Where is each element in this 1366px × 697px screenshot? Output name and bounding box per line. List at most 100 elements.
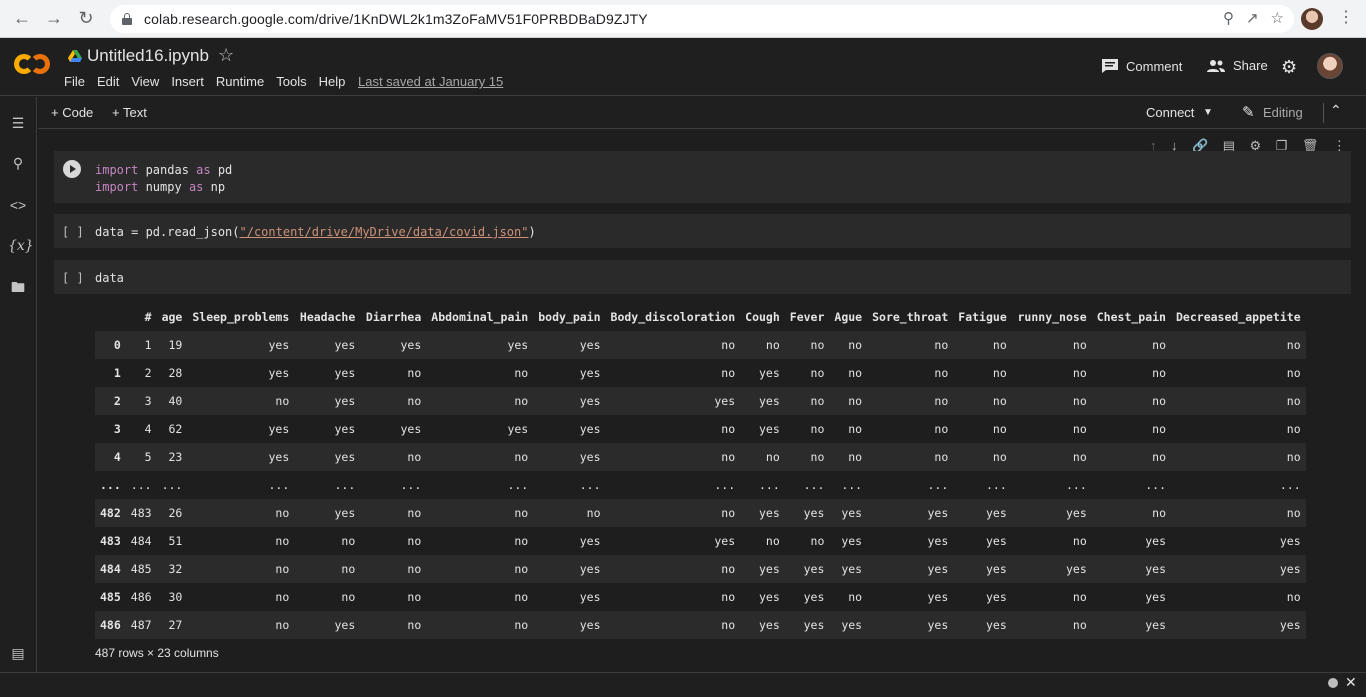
table-cell: no (721, 366, 736, 380)
table-cell: yes (985, 618, 1007, 632)
table-row: 484 485 32 no no no no yes no yes yes yes yes yes yes y… (95, 555, 1306, 583)
table-cell: yes (579, 562, 601, 576)
column-header (95, 303, 126, 331)
table-cell: yes (1145, 562, 1166, 576)
address-bar[interactable]: colab.research.google.com/drive/1KnDWL2k… (110, 5, 1294, 33)
table-of-contents-icon[interactable]: ☰ (8, 113, 28, 133)
table-cell: no (1286, 450, 1301, 464)
table-cell: no (1152, 506, 1166, 520)
table-cell: yes (803, 590, 825, 604)
connect-dropdown-icon[interactable]: ▼ (1203, 107, 1213, 118)
table-cell: ... (927, 478, 949, 492)
table-cell: no (934, 366, 949, 380)
code-cell-read-json[interactable]: [ ] data = pd.read_json("/content/drive/… (54, 214, 1351, 248)
add-code-button[interactable]: + Code (51, 105, 93, 120)
table-cell: yes (759, 506, 780, 520)
table-cell: no (514, 562, 529, 576)
table-cell: 30 (168, 590, 183, 604)
table-cell: no (765, 450, 780, 464)
table-cell: 484 (130, 534, 152, 548)
table-cell: no (514, 394, 529, 408)
table-cell: 32 (168, 562, 183, 576)
star-icon[interactable]: ☆ (218, 45, 234, 66)
run-cell-button[interactable] (63, 160, 81, 178)
menu-help[interactable]: Help (319, 74, 346, 89)
table-cell: yes (759, 562, 780, 576)
menu-edit[interactable]: Edit (97, 74, 119, 89)
table-cell: yes (579, 618, 601, 632)
settings-gear-icon[interactable]: ⚙ (1281, 57, 1297, 78)
back-icon[interactable]: ← (6, 0, 38, 38)
menu-runtime[interactable]: Runtime (216, 74, 264, 89)
column-header: runny_nose (1017, 310, 1087, 324)
variables-icon[interactable]: {x} (8, 236, 34, 256)
share-button[interactable]: Share (1206, 58, 1268, 73)
column-header: Fever (789, 310, 825, 324)
table-cell: ... (985, 478, 1007, 492)
search-icon[interactable]: ⚲ (8, 153, 28, 173)
table-cell: yes (334, 506, 356, 520)
bookmark-star-icon[interactable]: ☆ (1271, 9, 1284, 27)
table-cell: yes (714, 394, 736, 408)
table-cell: yes (334, 338, 356, 352)
table-row: 483 484 51 no no no no yes yes no no yes yes yes no yes… (95, 527, 1306, 555)
terminal-icon[interactable]: ▤ (8, 643, 28, 663)
table-cell: ... (1279, 478, 1301, 492)
code-cell-data[interactable]: [ ] data (54, 260, 1351, 294)
table-cell: yes (334, 450, 356, 464)
table-cell: yes (268, 366, 290, 380)
comment-button[interactable]: Comment (1101, 58, 1182, 74)
table-cell: ... (507, 478, 529, 492)
menu-insert[interactable]: Insert (171, 74, 204, 89)
table-cell: yes (927, 618, 949, 632)
table-row: 3 4 62 yes yes yes yes yes no yes no no no no no no no (95, 415, 1306, 443)
menu-file[interactable]: File (64, 74, 85, 89)
menu-tools[interactable]: Tools (276, 74, 306, 89)
table-cell: ... (400, 478, 422, 492)
table-cell: no (810, 338, 825, 352)
cell-code[interactable]: data (95, 271, 124, 285)
reload-icon[interactable]: ↻ (70, 0, 102, 38)
forward-icon[interactable]: → (38, 0, 70, 38)
execution-count: [ ] (62, 225, 84, 239)
row-index: 0 (113, 338, 121, 352)
table-cell: no (407, 618, 422, 632)
browser-menu-icon[interactable]: ⋮ (1338, 9, 1354, 27)
code-snippets-icon[interactable]: <> (8, 195, 28, 215)
table-cell: yes (1145, 618, 1166, 632)
table-cell: no (1152, 422, 1166, 436)
table-cell: yes (334, 366, 356, 380)
zoom-icon[interactable]: ⚲ (1223, 9, 1234, 27)
editing-mode-label[interactable]: Editing (1263, 105, 1303, 120)
add-text-button[interactable]: + Text (112, 105, 147, 120)
cell-code[interactable]: data = pd.read_json("/content/drive/MyDr… (95, 225, 536, 239)
connect-button[interactable]: Connect (1146, 105, 1194, 120)
browser-profile-avatar[interactable] (1301, 8, 1323, 30)
table-cell: no (1286, 590, 1301, 604)
collapse-chevron-icon[interactable]: ⌃ (1330, 102, 1342, 119)
table-cell: no (407, 534, 422, 548)
row-index: ... (100, 478, 121, 492)
table-cell: no (1072, 590, 1087, 604)
code-cell-imports[interactable]: import pandas as pd import numpy as np (54, 151, 1351, 203)
colab-logo[interactable] (12, 50, 52, 78)
dataframe-shape: 487 rows × 23 columns (95, 646, 219, 660)
share-page-icon[interactable]: ↗ (1246, 9, 1259, 27)
table-cell: 27 (168, 618, 183, 632)
table-cell: yes (579, 366, 601, 380)
table-cell: no (1072, 366, 1087, 380)
table-cell: no (407, 450, 422, 464)
menu-view[interactable]: View (131, 74, 159, 89)
table-cell: no (407, 506, 422, 520)
notebook-title[interactable]: Untitled16.ipynb (87, 46, 209, 66)
url-text[interactable]: colab.research.google.com/drive/1KnDWL2k… (144, 11, 648, 27)
cell-code[interactable]: import pandas as pd import numpy as np (95, 162, 232, 196)
files-folder-icon[interactable]: 🖿 (8, 277, 28, 297)
close-icon[interactable]: ✕ (1345, 674, 1357, 691)
table-cell: no (1152, 450, 1166, 464)
table-cell: yes (985, 506, 1007, 520)
last-saved-link[interactable]: Last saved at January 15 (358, 74, 503, 89)
column-header: Decreased_appetite (1176, 310, 1301, 324)
table-cell: no (848, 338, 863, 352)
user-avatar[interactable] (1317, 53, 1343, 79)
